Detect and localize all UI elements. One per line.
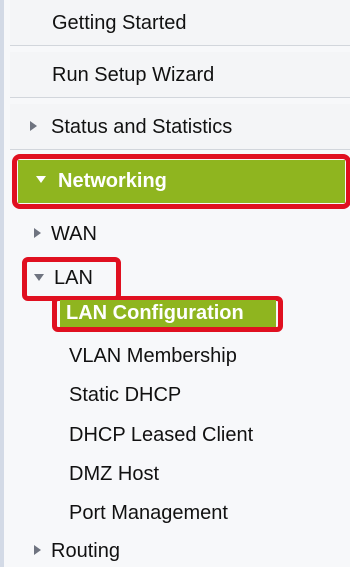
nav-status-and-statistics-label: Status and Statistics — [51, 116, 233, 138]
nav-run-setup-wizard[interactable]: Run Setup Wizard — [10, 52, 350, 98]
nav-run-setup-wizard-label: Run Setup Wizard — [52, 64, 215, 86]
nav-vlan-membership-label: VLAN Membership — [69, 345, 237, 367]
nav-dmz-host[interactable]: DMZ Host — [69, 456, 159, 492]
nav-dhcp-leased-client-label: DHCP Leased Client — [69, 424, 254, 446]
nav-dhcp-leased-client[interactable]: DHCP Leased Client — [69, 417, 253, 453]
nav-getting-started[interactable]: Getting Started — [10, 0, 350, 46]
nav-static-dhcp-label: Static DHCP — [69, 384, 182, 406]
nav-lan-configuration[interactable]: LAN Configuration — [66, 297, 244, 329]
nav-networking-label: Networking — [58, 170, 167, 192]
nav-status-and-statistics[interactable]: Status and Statistics — [10, 104, 350, 150]
nav-routing[interactable]: Routing — [34, 533, 120, 569]
collapse-arrow-icon — [34, 273, 44, 281]
collapse-arrow-icon — [36, 176, 46, 184]
nav-lan-configuration-label: LAN Configuration — [66, 302, 244, 324]
expand-arrow-icon — [30, 120, 37, 131]
nav-lan[interactable]: LAN — [34, 260, 93, 296]
nav-static-dhcp[interactable]: Static DHCP — [69, 377, 181, 413]
sidebar-nav: Getting Started Run Setup Wizard Status … — [0, 0, 350, 567]
nav-routing-label: Routing — [51, 540, 120, 562]
nav-lan-label: LAN — [54, 267, 93, 289]
expand-arrow-icon — [34, 228, 41, 239]
nav-dmz-host-label: DMZ Host — [69, 463, 159, 485]
nav-wan[interactable]: WAN — [34, 216, 97, 252]
nav-wan-label: WAN — [51, 223, 97, 245]
nav-getting-started-label: Getting Started — [52, 12, 187, 34]
nav-port-management[interactable]: Port Management — [69, 495, 228, 531]
nav-networking[interactable]: Networking — [18, 160, 345, 203]
nav-port-management-label: Port Management — [69, 502, 228, 524]
expand-arrow-icon — [34, 545, 41, 556]
nav-vlan-membership[interactable]: VLAN Membership — [69, 338, 237, 374]
